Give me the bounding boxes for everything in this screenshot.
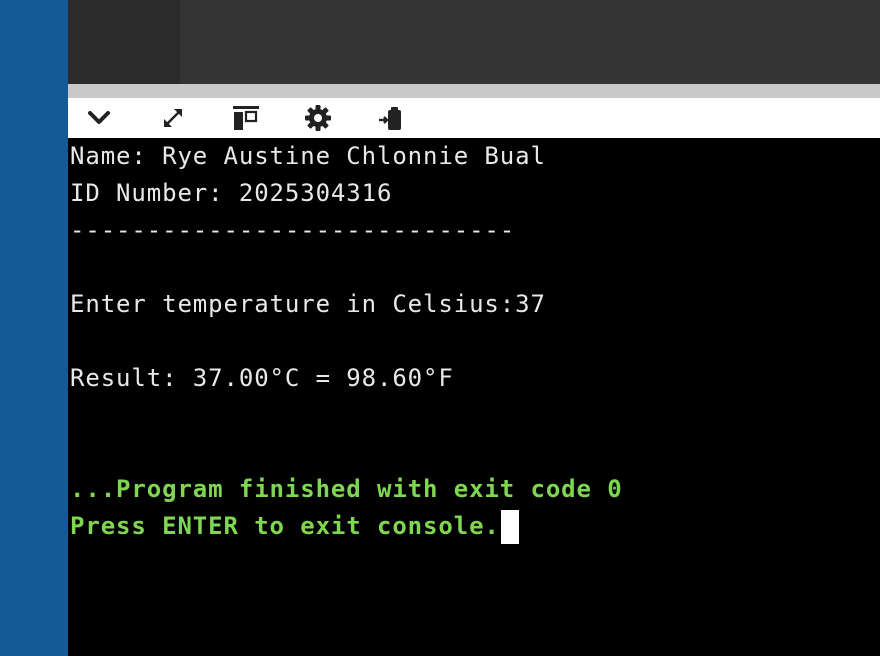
left-sidebar-strip — [0, 0, 68, 656]
clipboard-icon — [379, 107, 401, 130]
console-line-result: Result: 37.00°C = 98.60°F — [70, 364, 454, 392]
console-toolbar — [68, 98, 880, 138]
layout-toggle-button[interactable] — [225, 98, 265, 138]
console-line-name: Name: Rye Austine Chlonnie Bual — [70, 142, 546, 170]
editor-tab-area — [68, 0, 180, 84]
console-line-press-enter: Press ENTER to exit console. — [70, 508, 880, 545]
panel-splitter[interactable] — [68, 84, 880, 98]
console-line-exit-status: ...Program finished with exit code 0 — [70, 475, 623, 503]
console-line-prompt: Enter temperature in Celsius:37 — [70, 290, 546, 318]
editor-top-area — [68, 0, 880, 84]
console-line-separator: ----------------------------- — [70, 216, 516, 244]
press-enter-text: Press ENTER to exit console. — [70, 512, 500, 540]
chevron-down-icon — [88, 111, 110, 124]
console-line-id: ID Number: 2025304316 — [70, 179, 393, 207]
gear-icon — [305, 105, 331, 131]
copy-output-button[interactable] — [370, 98, 410, 138]
console-output[interactable]: Name: Rye Austine Chlonnie Bual ID Numbe… — [68, 138, 880, 656]
maximize-button[interactable] — [153, 98, 193, 138]
settings-button[interactable] — [298, 98, 338, 138]
collapse-button[interactable] — [79, 98, 119, 138]
layout-icon — [233, 106, 259, 130]
expand-icon — [164, 109, 182, 127]
text-cursor — [500, 510, 519, 544]
